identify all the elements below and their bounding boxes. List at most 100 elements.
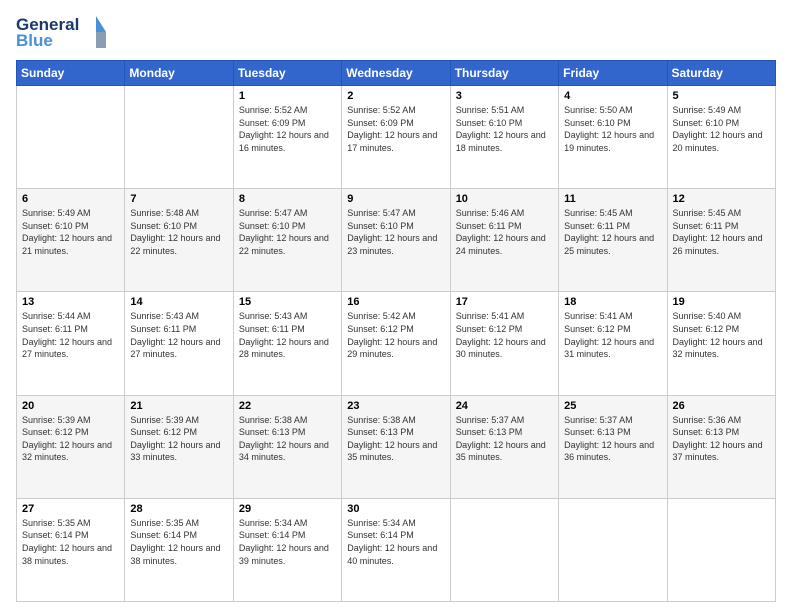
calendar-cell: 8 Sunrise: 5:47 AMSunset: 6:10 PMDayligh… — [233, 189, 341, 292]
calendar-cell: 20 Sunrise: 5:39 AMSunset: 6:12 PMDaylig… — [17, 395, 125, 498]
day-number: 19 — [673, 296, 770, 308]
calendar-cell: 19 Sunrise: 5:40 AMSunset: 6:12 PMDaylig… — [667, 292, 775, 395]
logo: General Blue — [16, 12, 106, 52]
day-info: Sunrise: 5:45 AMSunset: 6:11 PMDaylight:… — [564, 208, 654, 256]
day-number: 24 — [456, 400, 553, 412]
day-header-thursday: Thursday — [450, 61, 558, 86]
calendar-cell: 10 Sunrise: 5:46 AMSunset: 6:11 PMDaylig… — [450, 189, 558, 292]
calendar-cell — [667, 498, 775, 601]
day-info: Sunrise: 5:43 AMSunset: 6:11 PMDaylight:… — [130, 311, 220, 359]
calendar-cell: 17 Sunrise: 5:41 AMSunset: 6:12 PMDaylig… — [450, 292, 558, 395]
calendar-cell: 26 Sunrise: 5:36 AMSunset: 6:13 PMDaylig… — [667, 395, 775, 498]
day-info: Sunrise: 5:47 AMSunset: 6:10 PMDaylight:… — [347, 208, 437, 256]
calendar-cell: 29 Sunrise: 5:34 AMSunset: 6:14 PMDaylig… — [233, 498, 341, 601]
calendar-cell: 27 Sunrise: 5:35 AMSunset: 6:14 PMDaylig… — [17, 498, 125, 601]
day-info: Sunrise: 5:41 AMSunset: 6:12 PMDaylight:… — [564, 311, 654, 359]
calendar-cell: 30 Sunrise: 5:34 AMSunset: 6:14 PMDaylig… — [342, 498, 450, 601]
day-number: 8 — [239, 193, 336, 205]
calendar-cell: 7 Sunrise: 5:48 AMSunset: 6:10 PMDayligh… — [125, 189, 233, 292]
calendar-cell: 14 Sunrise: 5:43 AMSunset: 6:11 PMDaylig… — [125, 292, 233, 395]
day-info: Sunrise: 5:37 AMSunset: 6:13 PMDaylight:… — [456, 415, 546, 463]
header: General Blue — [16, 12, 776, 52]
day-header-wednesday: Wednesday — [342, 61, 450, 86]
calendar-cell: 3 Sunrise: 5:51 AMSunset: 6:10 PMDayligh… — [450, 86, 558, 189]
calendar-table: SundayMondayTuesdayWednesdayThursdayFrid… — [16, 60, 776, 602]
calendar-cell: 12 Sunrise: 5:45 AMSunset: 6:11 PMDaylig… — [667, 189, 775, 292]
calendar-cell: 28 Sunrise: 5:35 AMSunset: 6:14 PMDaylig… — [125, 498, 233, 601]
day-info: Sunrise: 5:34 AMSunset: 6:14 PMDaylight:… — [347, 518, 437, 566]
day-number: 14 — [130, 296, 227, 308]
day-info: Sunrise: 5:40 AMSunset: 6:12 PMDaylight:… — [673, 311, 763, 359]
day-number: 5 — [673, 90, 770, 102]
day-info: Sunrise: 5:47 AMSunset: 6:10 PMDaylight:… — [239, 208, 329, 256]
day-info: Sunrise: 5:52 AMSunset: 6:09 PMDaylight:… — [347, 105, 437, 153]
day-number: 13 — [22, 296, 119, 308]
calendar-cell: 6 Sunrise: 5:49 AMSunset: 6:10 PMDayligh… — [17, 189, 125, 292]
day-info: Sunrise: 5:35 AMSunset: 6:14 PMDaylight:… — [130, 518, 220, 566]
day-info: Sunrise: 5:41 AMSunset: 6:12 PMDaylight:… — [456, 311, 546, 359]
day-number: 28 — [130, 503, 227, 515]
day-number: 29 — [239, 503, 336, 515]
calendar-cell: 18 Sunrise: 5:41 AMSunset: 6:12 PMDaylig… — [559, 292, 667, 395]
day-number: 21 — [130, 400, 227, 412]
day-info: Sunrise: 5:34 AMSunset: 6:14 PMDaylight:… — [239, 518, 329, 566]
day-header-friday: Friday — [559, 61, 667, 86]
day-info: Sunrise: 5:50 AMSunset: 6:10 PMDaylight:… — [564, 105, 654, 153]
day-header-saturday: Saturday — [667, 61, 775, 86]
day-header-tuesday: Tuesday — [233, 61, 341, 86]
logo-svg: General Blue — [16, 12, 106, 52]
calendar-cell: 25 Sunrise: 5:37 AMSunset: 6:13 PMDaylig… — [559, 395, 667, 498]
day-number: 27 — [22, 503, 119, 515]
day-info: Sunrise: 5:36 AMSunset: 6:13 PMDaylight:… — [673, 415, 763, 463]
day-number: 10 — [456, 193, 553, 205]
day-number: 22 — [239, 400, 336, 412]
calendar-cell: 24 Sunrise: 5:37 AMSunset: 6:13 PMDaylig… — [450, 395, 558, 498]
day-number: 12 — [673, 193, 770, 205]
calendar-cell: 13 Sunrise: 5:44 AMSunset: 6:11 PMDaylig… — [17, 292, 125, 395]
day-info: Sunrise: 5:49 AMSunset: 6:10 PMDaylight:… — [22, 208, 112, 256]
page: General Blue SundayMondayTuesdayWednesda… — [0, 0, 792, 612]
day-number: 11 — [564, 193, 661, 205]
day-info: Sunrise: 5:49 AMSunset: 6:10 PMDaylight:… — [673, 105, 763, 153]
day-number: 26 — [673, 400, 770, 412]
day-number: 30 — [347, 503, 444, 515]
day-number: 25 — [564, 400, 661, 412]
day-info: Sunrise: 5:48 AMSunset: 6:10 PMDaylight:… — [130, 208, 220, 256]
day-info: Sunrise: 5:52 AMSunset: 6:09 PMDaylight:… — [239, 105, 329, 153]
calendar-cell: 16 Sunrise: 5:42 AMSunset: 6:12 PMDaylig… — [342, 292, 450, 395]
day-info: Sunrise: 5:46 AMSunset: 6:11 PMDaylight:… — [456, 208, 546, 256]
calendar-cell — [559, 498, 667, 601]
day-number: 20 — [22, 400, 119, 412]
svg-text:Blue: Blue — [16, 31, 53, 50]
calendar-cell: 21 Sunrise: 5:39 AMSunset: 6:12 PMDaylig… — [125, 395, 233, 498]
calendar-cell — [450, 498, 558, 601]
day-info: Sunrise: 5:45 AMSunset: 6:11 PMDaylight:… — [673, 208, 763, 256]
day-number: 16 — [347, 296, 444, 308]
day-info: Sunrise: 5:39 AMSunset: 6:12 PMDaylight:… — [22, 415, 112, 463]
day-number: 17 — [456, 296, 553, 308]
day-number: 4 — [564, 90, 661, 102]
day-info: Sunrise: 5:44 AMSunset: 6:11 PMDaylight:… — [22, 311, 112, 359]
calendar-cell: 9 Sunrise: 5:47 AMSunset: 6:10 PMDayligh… — [342, 189, 450, 292]
day-header-monday: Monday — [125, 61, 233, 86]
calendar-cell: 5 Sunrise: 5:49 AMSunset: 6:10 PMDayligh… — [667, 86, 775, 189]
day-info: Sunrise: 5:51 AMSunset: 6:10 PMDaylight:… — [456, 105, 546, 153]
day-number: 7 — [130, 193, 227, 205]
day-info: Sunrise: 5:35 AMSunset: 6:14 PMDaylight:… — [22, 518, 112, 566]
day-number: 6 — [22, 193, 119, 205]
day-number: 23 — [347, 400, 444, 412]
calendar-cell: 11 Sunrise: 5:45 AMSunset: 6:11 PMDaylig… — [559, 189, 667, 292]
calendar-cell: 15 Sunrise: 5:43 AMSunset: 6:11 PMDaylig… — [233, 292, 341, 395]
day-number: 15 — [239, 296, 336, 308]
calendar-cell: 4 Sunrise: 5:50 AMSunset: 6:10 PMDayligh… — [559, 86, 667, 189]
day-number: 3 — [456, 90, 553, 102]
calendar-cell: 22 Sunrise: 5:38 AMSunset: 6:13 PMDaylig… — [233, 395, 341, 498]
day-number: 2 — [347, 90, 444, 102]
day-info: Sunrise: 5:39 AMSunset: 6:12 PMDaylight:… — [130, 415, 220, 463]
day-header-sunday: Sunday — [17, 61, 125, 86]
day-info: Sunrise: 5:38 AMSunset: 6:13 PMDaylight:… — [239, 415, 329, 463]
day-info: Sunrise: 5:42 AMSunset: 6:12 PMDaylight:… — [347, 311, 437, 359]
calendar-cell: 23 Sunrise: 5:38 AMSunset: 6:13 PMDaylig… — [342, 395, 450, 498]
calendar-cell: 2 Sunrise: 5:52 AMSunset: 6:09 PMDayligh… — [342, 86, 450, 189]
calendar-cell — [17, 86, 125, 189]
